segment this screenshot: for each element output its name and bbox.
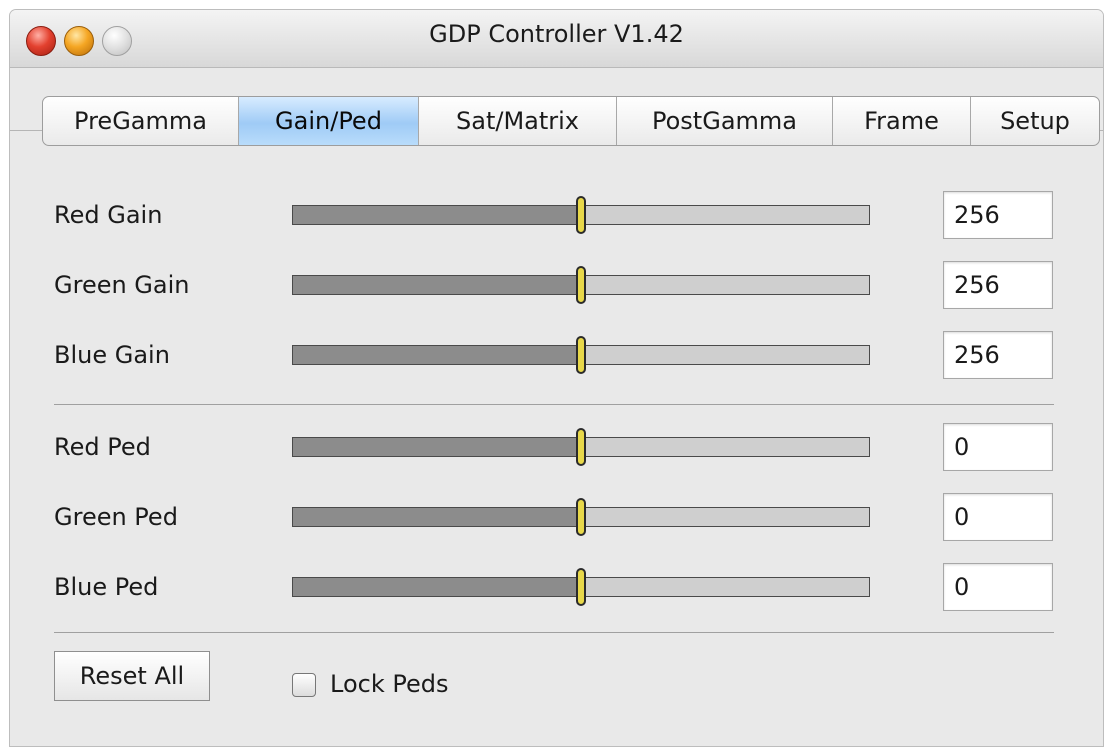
green-ped-value-field[interactable]: 0 bbox=[943, 493, 1053, 541]
green-gain-row: Green Gain 256 bbox=[10, 261, 1103, 311]
green-ped-label: Green Ped bbox=[54, 503, 178, 531]
red-gain-label: Red Gain bbox=[54, 201, 163, 229]
section-divider bbox=[54, 404, 1054, 405]
red-gain-value-field[interactable]: 256 bbox=[943, 191, 1053, 239]
blue-gain-slider[interactable] bbox=[292, 336, 870, 374]
red-ped-row: Red Ped 0 bbox=[10, 423, 1103, 473]
green-ped-slider[interactable] bbox=[292, 498, 870, 536]
app-window: GDP Controller V1.42 PreGamma Gain/Ped S… bbox=[10, 10, 1103, 746]
green-gain-value-field[interactable]: 256 bbox=[943, 261, 1053, 309]
footer-divider bbox=[54, 632, 1054, 633]
tab-setup[interactable]: Setup bbox=[971, 97, 1099, 145]
slider-thumb[interactable] bbox=[576, 336, 586, 374]
tab-frame[interactable]: Frame bbox=[833, 97, 971, 145]
red-ped-label: Red Ped bbox=[54, 433, 151, 461]
blue-gain-row: Blue Gain 256 bbox=[10, 331, 1103, 381]
title-bar[interactable]: GDP Controller V1.42 bbox=[10, 10, 1103, 68]
slider-fill bbox=[293, 206, 581, 224]
tab-postgamma[interactable]: PostGamma bbox=[617, 97, 833, 145]
slider-fill bbox=[293, 578, 581, 596]
slider-fill bbox=[293, 346, 581, 364]
slider-fill bbox=[293, 508, 581, 526]
blue-ped-slider[interactable] bbox=[292, 568, 870, 606]
lock-peds-label[interactable]: Lock Peds bbox=[330, 670, 448, 698]
blue-ped-label: Blue Ped bbox=[54, 573, 159, 601]
slider-fill bbox=[293, 438, 581, 456]
slider-thumb[interactable] bbox=[576, 266, 586, 304]
blue-ped-row: Blue Ped 0 bbox=[10, 563, 1103, 613]
green-ped-row: Green Ped 0 bbox=[10, 493, 1103, 543]
slider-thumb[interactable] bbox=[576, 568, 586, 606]
slider-thumb[interactable] bbox=[576, 428, 586, 466]
red-gain-slider[interactable] bbox=[292, 196, 870, 234]
blue-ped-value-field[interactable]: 0 bbox=[943, 563, 1053, 611]
green-gain-label: Green Gain bbox=[54, 271, 190, 299]
slider-fill bbox=[293, 276, 581, 294]
blue-gain-value-field[interactable]: 256 bbox=[943, 331, 1053, 379]
red-ped-value-field[interactable]: 0 bbox=[943, 423, 1053, 471]
slider-thumb[interactable] bbox=[576, 196, 586, 234]
tab-bar: PreGamma Gain/Ped Sat/Matrix PostGamma F… bbox=[42, 96, 1100, 146]
reset-all-button[interactable]: Reset All bbox=[54, 651, 210, 701]
lock-peds-checkbox[interactable] bbox=[292, 673, 316, 697]
red-ped-slider[interactable] bbox=[292, 428, 870, 466]
slider-thumb[interactable] bbox=[576, 498, 586, 536]
tab-gain-ped[interactable]: Gain/Ped bbox=[239, 97, 419, 145]
window-title: GDP Controller V1.42 bbox=[429, 20, 684, 48]
blue-gain-label: Blue Gain bbox=[54, 341, 170, 369]
tab-sat-matrix[interactable]: Sat/Matrix bbox=[419, 97, 617, 145]
tab-pregamma[interactable]: PreGamma bbox=[43, 97, 239, 145]
red-gain-row: Red Gain 256 bbox=[10, 191, 1103, 241]
green-gain-slider[interactable] bbox=[292, 266, 870, 304]
